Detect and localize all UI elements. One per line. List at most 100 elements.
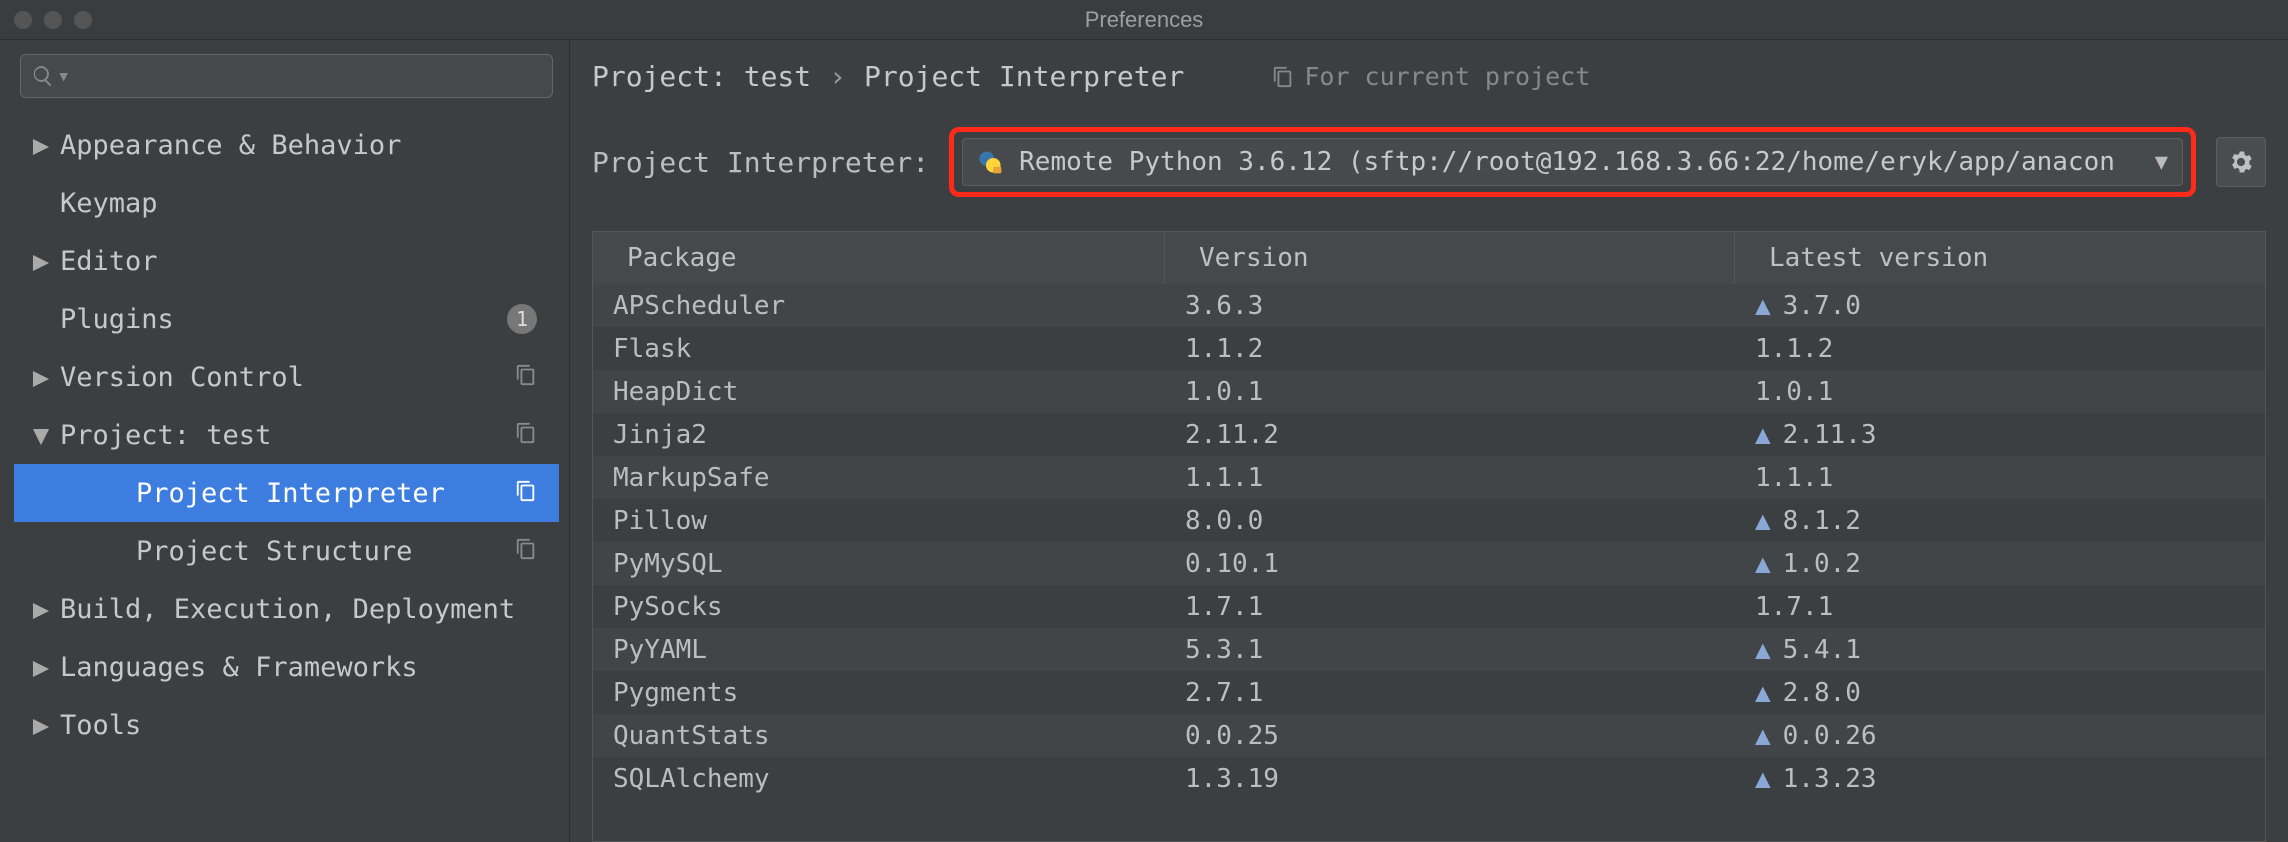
latest-version-value: 1.1.1	[1755, 463, 1833, 493]
chevron-down-icon: ▼	[2155, 150, 2168, 175]
package-name: MarkupSafe	[593, 463, 1165, 493]
package-latest: ▲2.11.3	[1735, 420, 2265, 450]
interpreter-select-highlight: Remote Python 3.6.12 (sftp://root@192.16…	[949, 127, 2196, 197]
latest-version-value: 0.0.26	[1783, 721, 1877, 751]
sidebar-item-label: Project Interpreter	[136, 478, 445, 509]
sidebar-item[interactable]: ▶Languages & Frameworks	[14, 638, 559, 696]
table-row[interactable]: Flask1.1.21.1.2	[593, 327, 2265, 370]
sidebar-item[interactable]: ▶Build, Execution, Deployment	[14, 580, 559, 638]
package-version: 1.7.1	[1165, 592, 1735, 622]
interpreter-label: Project Interpreter:	[592, 146, 929, 179]
sidebar-item[interactable]: ▶ Appearance & Behavior	[14, 116, 559, 174]
latest-version-value: 5.4.1	[1783, 635, 1861, 665]
latest-version-value: 2.8.0	[1783, 678, 1861, 708]
interpreter-dropdown[interactable]: Remote Python 3.6.12 (sftp://root@192.16…	[962, 138, 2183, 186]
package-version: 2.11.2	[1165, 420, 1735, 450]
chevron-down-icon: ▾	[57, 64, 70, 89]
sidebar-item[interactable]: ▶ Tools	[14, 696, 559, 754]
latest-version-value: 2.11.3	[1783, 420, 1877, 450]
latest-version-value: 1.7.1	[1755, 592, 1833, 622]
upgrade-available-icon: ▲	[1755, 291, 1771, 321]
package-name: HeapDict	[593, 377, 1165, 407]
sidebar-item[interactable]: ▶Editor	[14, 232, 559, 290]
breadcrumb-root: Project: test	[592, 60, 811, 93]
breadcrumb: Project: test › Project Interpreter For …	[592, 60, 2266, 93]
package-latest: 1.0.1	[1735, 377, 2265, 407]
latest-version-value: 1.3.23	[1783, 764, 1877, 794]
header-package[interactable]: Package	[593, 232, 1165, 284]
search-icon	[31, 64, 55, 88]
latest-version-value: 1.0.1	[1755, 377, 1833, 407]
table-row[interactable]: PySocks1.7.11.7.1	[593, 585, 2265, 628]
package-version: 2.7.1	[1165, 678, 1735, 708]
sidebar-item[interactable]: ▼Project: test	[14, 406, 559, 464]
package-version: 1.1.1	[1165, 463, 1735, 493]
package-latest: ▲ 1.0.2	[1735, 549, 2265, 579]
package-version: 0.10.1	[1165, 549, 1735, 579]
package-name: Pygments	[593, 678, 1165, 708]
table-row[interactable]: PyMySQL0.10.1 ▲ 1.0.2	[593, 542, 2265, 585]
table-row[interactable]: MarkupSafe1.1.11.1.1	[593, 456, 2265, 499]
table-row[interactable]: Pygments2.7.1 ▲ 2.8.0	[593, 671, 2265, 714]
sidebar-subitem[interactable]: Project Interpreter	[14, 464, 559, 522]
chevron-right-icon: ▶	[30, 710, 52, 741]
header-latest[interactable]: Latest version	[1735, 232, 2265, 284]
package-name: PySocks	[593, 592, 1165, 622]
sidebar-item[interactable]: ▶Version Control	[14, 348, 559, 406]
sidebar-item-label: Editor	[60, 246, 158, 277]
table-row[interactable]: SQLAlchemy1.3.19 ▲ 1.3.23	[593, 757, 2265, 800]
package-name: PyMySQL	[593, 549, 1165, 579]
sidebar-item[interactable]: Plugins1	[14, 290, 559, 348]
package-version: 1.3.19	[1165, 764, 1735, 794]
table-row[interactable]: Jinja22.11.2▲2.11.3	[593, 413, 2265, 456]
package-latest: 1.1.1	[1735, 463, 2265, 493]
package-version: 8.0.0	[1165, 506, 1735, 536]
package-name: Jinja2	[593, 420, 1165, 450]
upgrade-available-icon: ▲	[1755, 764, 1771, 794]
table-header: Package Version Latest version	[593, 232, 2265, 284]
python-remote-icon	[977, 149, 1003, 175]
package-version: 1.1.2	[1165, 334, 1735, 364]
project-scope-icon	[515, 536, 537, 567]
latest-version-value: 8.1.2	[1783, 506, 1861, 536]
update-badge: 1	[507, 304, 537, 334]
sidebar-item[interactable]: Keymap	[14, 174, 559, 232]
package-name: QuantStats	[593, 721, 1165, 751]
breadcrumb-leaf: Project Interpreter	[864, 60, 1184, 93]
sidebar-item-label: Project Structure	[136, 536, 412, 567]
interpreter-settings-button[interactable]	[2216, 137, 2266, 187]
latest-version-value: 1.0.2	[1783, 549, 1861, 579]
table-row[interactable]: HeapDict1.0.11.0.1	[593, 370, 2265, 413]
chevron-right-icon: ▶	[30, 594, 52, 625]
sidebar-subitem[interactable]: Project Structure	[14, 522, 559, 580]
table-row[interactable]: PyYAML5.3.1▲5.4.1	[593, 628, 2265, 671]
sidebar-item-label: Version Control	[60, 362, 304, 393]
package-name: SQLAlchemy	[593, 764, 1165, 794]
window-title: Preferences	[0, 7, 2288, 33]
package-latest: 1.7.1	[1735, 592, 2265, 622]
packages-table: Package Version Latest version APSchedul…	[592, 231, 2266, 842]
project-scope-icon	[515, 420, 537, 451]
sidebar-item-label: Tools	[60, 710, 141, 741]
package-latest: 1.1.2	[1735, 334, 2265, 364]
table-row[interactable]: QuantStats0.0.25▲0.0.26	[593, 714, 2265, 757]
package-version: 3.6.3	[1165, 291, 1735, 321]
package-latest: ▲5.4.1	[1735, 635, 2265, 665]
preferences-sidebar: ▾ ▶Appearance & BehaviorKeymap▶EditorPlu…	[0, 40, 570, 842]
search-input[interactable]: ▾	[20, 54, 553, 98]
upgrade-available-icon: ▲	[1755, 506, 1771, 536]
upgrade-available-icon: ▲	[1755, 678, 1771, 708]
header-version[interactable]: Version	[1165, 232, 1735, 284]
table-row[interactable]: Pillow8.0.0▲8.1.2	[593, 499, 2265, 542]
package-latest: ▲ 2.8.0	[1735, 678, 2265, 708]
scope-label: For current project	[1272, 62, 1590, 91]
package-version: 5.3.1	[1165, 635, 1735, 665]
upgrade-available-icon: ▲	[1755, 549, 1771, 579]
table-row[interactable]: APScheduler3.6.3▲3.7.0	[593, 284, 2265, 327]
sidebar-item-label: Appearance & Behavior	[60, 130, 401, 161]
interpreter-value: Remote Python 3.6.12 (sftp://root@192.16…	[1019, 147, 2168, 177]
project-scope-icon	[515, 362, 537, 393]
chevron-right-icon: ▶	[30, 130, 52, 161]
chevron-down-icon: ▼	[30, 420, 52, 451]
package-latest: ▲ 8.1.2	[1735, 506, 2265, 536]
